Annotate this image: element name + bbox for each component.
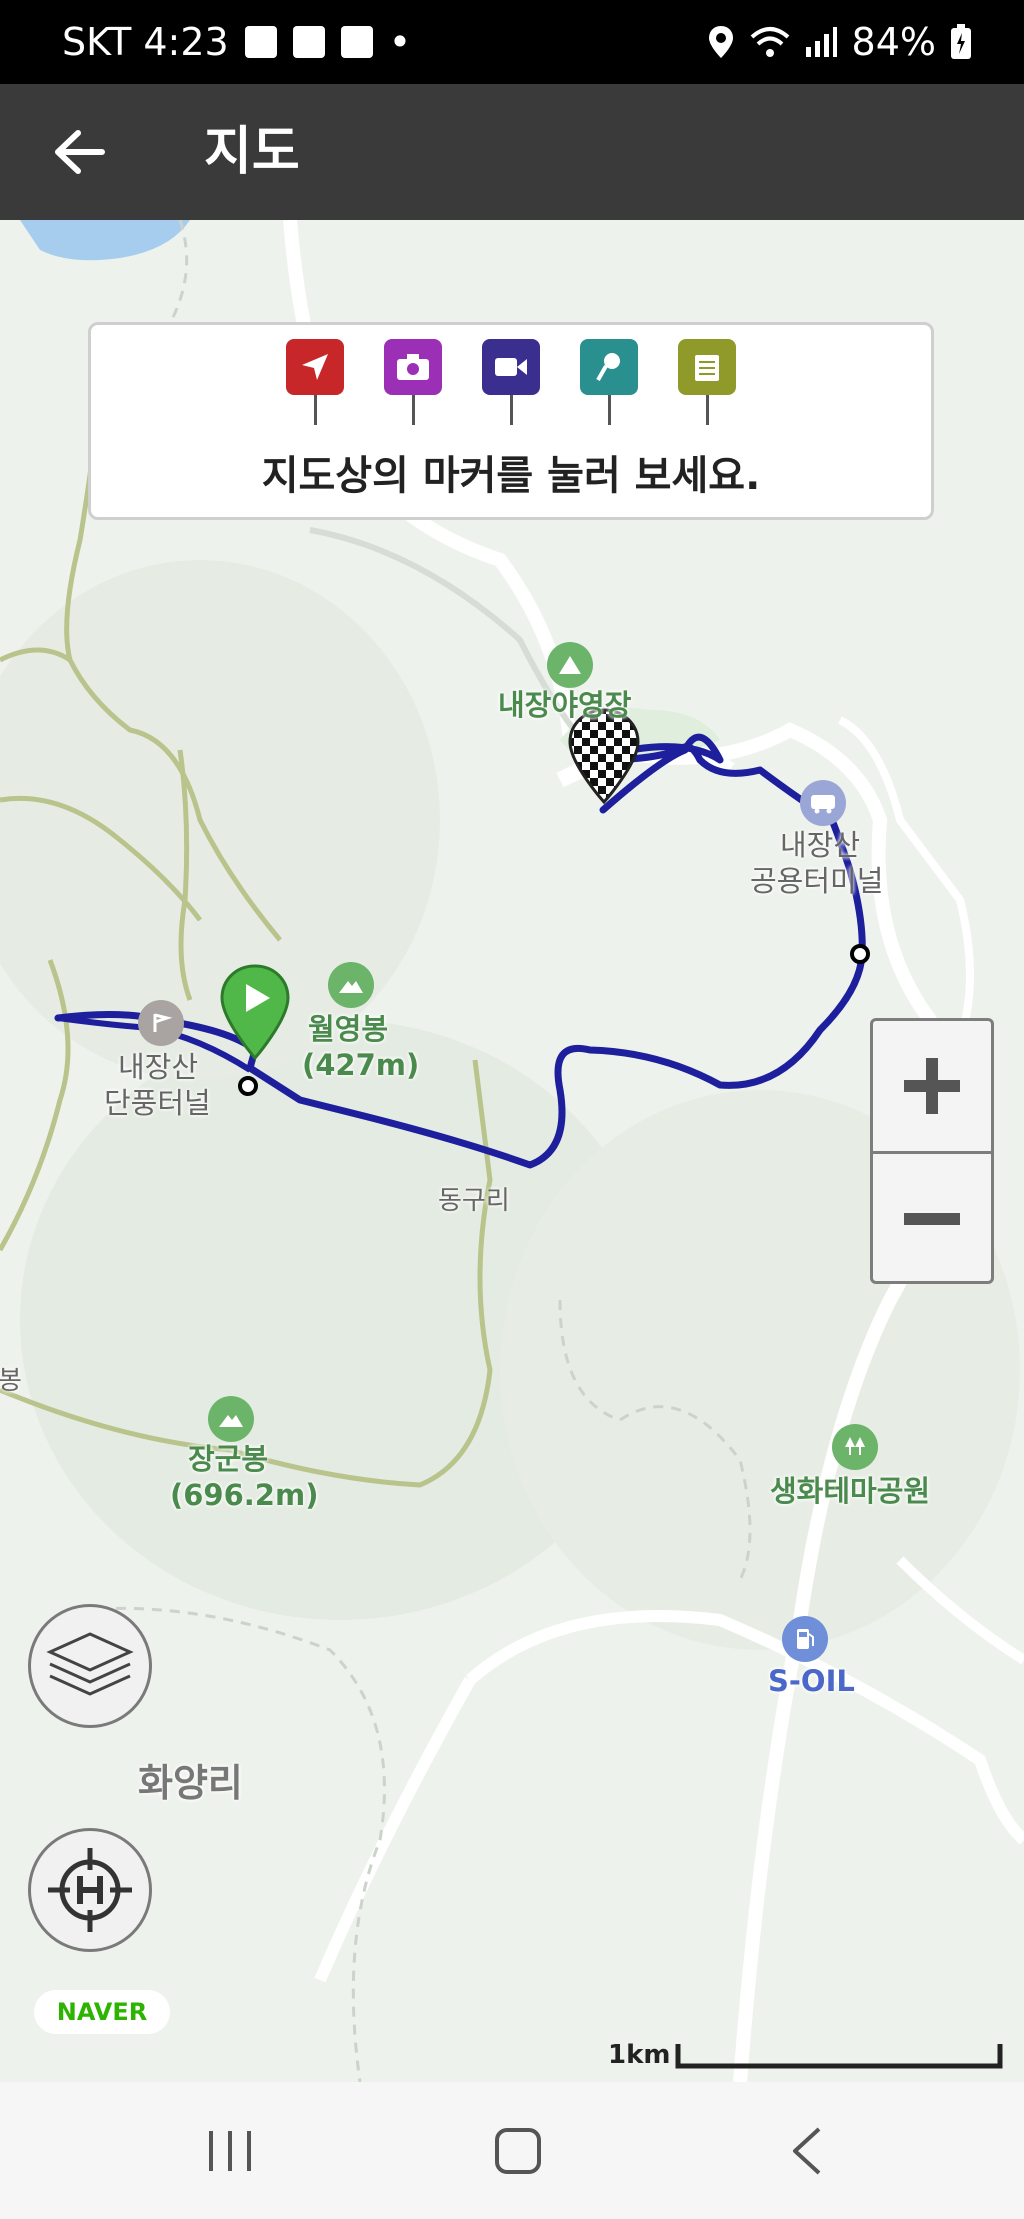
- voice-marker-icon: [580, 339, 638, 425]
- home-location-button[interactable]: [28, 1828, 152, 1952]
- battery-icon: [951, 24, 971, 59]
- page-title: 지도: [204, 122, 300, 182]
- map-label-tunnel-1: 내장산: [118, 1050, 199, 1084]
- start-marker-icon[interactable]: [218, 962, 292, 1062]
- map-label-campground: 내장야영장: [498, 688, 632, 722]
- marker-legend: [91, 339, 931, 425]
- status-right: 84%: [706, 0, 972, 84]
- map-label-village1: 동구리: [438, 1186, 510, 1216]
- gallery-icon: [244, 26, 277, 58]
- mountain-peak-icon[interactable]: [208, 1396, 254, 1442]
- marker-instruction-text: 지도상의 마커를 눌러 보세요.: [261, 453, 761, 499]
- status-bar: SKT 4:23 • 84%: [0, 0, 1024, 84]
- zoom-in-button[interactable]: [873, 1021, 991, 1151]
- gas-station-icon[interactable]: [782, 1616, 828, 1662]
- battery-percent: 84%: [851, 20, 936, 64]
- map-label-peak1-name: 월영봉: [308, 1012, 389, 1046]
- zoom-out-button[interactable]: [873, 1151, 991, 1284]
- location-pin-icon: [708, 26, 733, 58]
- pay-icon: [340, 26, 373, 58]
- home-button[interactable]: [438, 2082, 598, 2219]
- map-label-peak2-height: (696.2m): [170, 1478, 319, 1512]
- app-bar: 지도: [0, 84, 1024, 220]
- map-label-bus-terminal-2: 공용터미널: [750, 864, 884, 898]
- marker-info-panel: 지도상의 마커를 눌러 보세요.: [88, 322, 934, 520]
- map-label-peak2-name: 장군봉: [188, 1442, 269, 1476]
- system-nav-bar: [0, 2082, 1024, 2219]
- signal-icon: [805, 27, 837, 57]
- notification-dot: •: [388, 20, 412, 64]
- tunnel-icon[interactable]: [138, 1000, 184, 1046]
- recent-apps-icon: [209, 2130, 251, 2171]
- map-label-bus-terminal-1: 내장산: [780, 828, 861, 862]
- map-label-tunnel-2: 단풍터널: [104, 1086, 211, 1120]
- memo-marker-icon: [678, 339, 736, 425]
- carrier-time: SKT 4:23: [62, 20, 229, 64]
- map-label-edge-peak: 봉: [0, 1366, 22, 1396]
- zoom-in-icon: [904, 1058, 960, 1114]
- wifi-icon: [750, 27, 789, 57]
- location-marker-icon: [286, 339, 344, 425]
- layers-icon: [46, 1632, 134, 1696]
- feather-icon: [292, 26, 325, 58]
- map-label-gas-station: S-OIL: [768, 1664, 855, 1698]
- naver-logo: NAVER: [34, 1990, 170, 2034]
- map-label-peak1-height: (427m): [302, 1048, 420, 1082]
- back-arrow-icon: [55, 130, 105, 174]
- layers-button[interactable]: [28, 1604, 152, 1728]
- zoom-out-icon: [904, 1213, 960, 1225]
- back-button[interactable]: [40, 118, 120, 186]
- bus-terminal-icon[interactable]: [800, 780, 846, 826]
- video-marker-icon: [482, 339, 540, 425]
- system-back-button[interactable]: [726, 2082, 886, 2219]
- scale-label: 1km: [608, 2040, 671, 2070]
- status-left: SKT 4:23 •: [62, 0, 411, 84]
- home-location-icon: [48, 1848, 132, 1932]
- scale-bar: [675, 2044, 1003, 2069]
- home-icon: [495, 2127, 541, 2174]
- map-view[interactable]: 내장야영장 내장산 공용터미널 월영봉 (427m) 내장산 단풍터널 동구리 …: [0, 220, 1024, 2082]
- map-label-park: 생화테마공원: [770, 1474, 931, 1508]
- map-label-village2: 화양리: [138, 1761, 243, 1805]
- campground-icon[interactable]: [547, 642, 593, 688]
- mountain-peak-icon[interactable]: [328, 962, 374, 1008]
- recent-apps-button[interactable]: [150, 2082, 310, 2219]
- system-back-icon: [793, 2127, 821, 2174]
- photo-marker-icon: [384, 339, 442, 425]
- park-icon[interactable]: [832, 1424, 878, 1470]
- zoom-control: [870, 1018, 994, 1284]
